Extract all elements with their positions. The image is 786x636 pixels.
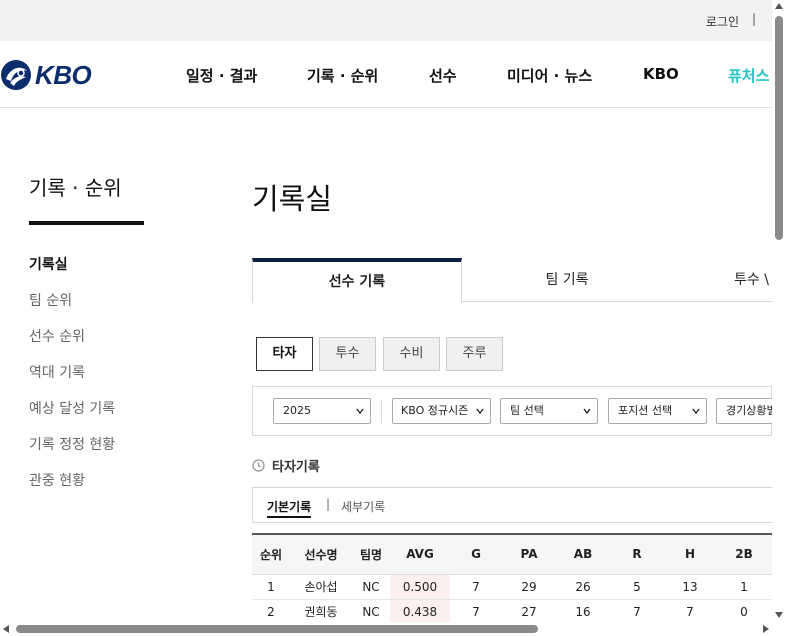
nav-records[interactable]: 기록 · 순위 — [307, 65, 378, 86]
cell-pa: 29 — [502, 574, 556, 600]
cell-pa: 27 — [502, 599, 556, 625]
team-value: 팀 선택 — [510, 404, 544, 417]
col-pa[interactable]: PA — [502, 533, 556, 575]
cell-avg: 0.438 — [390, 599, 450, 625]
chevron-down-icon — [692, 408, 700, 415]
scroll-down-arrow-icon[interactable] — [775, 612, 783, 618]
cell-player[interactable]: 권희동 — [290, 599, 352, 625]
batting-stats-table: 순위 선수명 팀명 AVG G PA AB R H 2B 1 손아섭 NC 0.… — [252, 533, 772, 625]
cell-rank: 2 — [252, 599, 290, 625]
table-row: 2 권희동 NC 0.438 7 27 16 7 7 0 — [252, 599, 772, 625]
col-player: 선수명 — [290, 533, 352, 575]
sidebar-title: 기록 · 순위 — [29, 176, 122, 200]
sidebar-divider — [29, 221, 144, 225]
situation-select[interactable]: 경기상황별 — [716, 398, 776, 424]
team-select[interactable]: 팀 선택 — [500, 398, 598, 424]
tab-team-records[interactable]: 팀 기록 — [462, 258, 672, 302]
cell-h: 7 — [664, 599, 716, 625]
position-select[interactable]: 포지션 선택 — [608, 398, 707, 424]
sidebar-item-attendance[interactable]: 관중 현황 — [29, 472, 115, 508]
nav-media[interactable]: 미디어 · 뉴스 — [507, 65, 592, 86]
col-h[interactable]: H — [664, 533, 716, 575]
cell-rank: 1 — [252, 574, 290, 600]
cell-g: 7 — [450, 574, 502, 600]
chevron-down-icon — [583, 408, 591, 415]
subtab-basic[interactable]: 기본기록 — [267, 498, 312, 518]
utility-separator: | — [751, 12, 756, 26]
vertical-scroll-thumb[interactable] — [775, 16, 783, 240]
col-team: 팀명 — [352, 533, 390, 575]
cell-2b: 0 — [716, 599, 772, 625]
sidebar-item-all-time[interactable]: 역대 기록 — [29, 364, 115, 400]
pill-defense[interactable]: 수비 — [383, 337, 440, 371]
cell-ab: 26 — [556, 574, 610, 600]
sidebar-item-records-room[interactable]: 기록실 — [29, 256, 115, 292]
horizontal-scroll-thumb[interactable] — [16, 625, 538, 633]
col-ab[interactable]: AB — [556, 533, 610, 575]
nav-schedule[interactable]: 일정 · 결과 — [186, 65, 257, 86]
series-value: KBO 정규시즌 — [401, 404, 469, 417]
cell-ab: 16 — [556, 599, 610, 625]
cell-team: NC — [352, 599, 390, 625]
table-header-row: 순위 선수명 팀명 AVG G PA AB R H 2B — [252, 533, 772, 575]
vertical-scrollbar[interactable] — [772, 0, 786, 636]
sidebar-item-corrections[interactable]: 기록 정정 현황 — [29, 436, 115, 472]
tab-pitcher-vs[interactable]: 투수 \ — [672, 258, 786, 302]
cell-2b: 1 — [716, 574, 772, 600]
sidebar-menu: 기록실 팀 순위 선수 순위 역대 기록 예상 달성 기록 기록 정정 현황 관… — [29, 256, 115, 508]
sidebar-item-player-rank[interactable]: 선수 순위 — [29, 328, 115, 364]
record-subtabs: 기본기록 | 세부기록 — [252, 487, 772, 523]
filter-bar: 2025 KBO 정규시즌 팀 선택 포지션 선택 경기상황별 — [252, 386, 776, 436]
chevron-down-icon — [356, 408, 364, 415]
clock-icon — [252, 458, 265, 472]
situation-value: 경기상황별 — [726, 404, 776, 417]
filter-divider — [381, 399, 382, 423]
chevron-down-icon — [476, 408, 484, 415]
col-avg[interactable]: AVG — [390, 533, 450, 575]
season-select[interactable]: 2025 — [273, 398, 371, 424]
pill-batter[interactable]: 타자 — [256, 337, 313, 371]
season-value: 2025 — [283, 404, 311, 417]
cell-h: 13 — [664, 574, 716, 600]
cell-r: 5 — [610, 574, 664, 600]
utility-bar: 로그인 | — [0, 0, 772, 41]
cell-avg: 0.500 — [390, 574, 450, 600]
horizontal-scrollbar[interactable] — [0, 622, 772, 636]
series-select[interactable]: KBO 정규시즌 — [392, 398, 491, 424]
sidebar-item-milestones[interactable]: 예상 달성 기록 — [29, 400, 115, 436]
cell-g: 7 — [450, 599, 502, 625]
position-value: 포지션 선택 — [618, 404, 673, 417]
sidebar-item-team-rank[interactable]: 팀 순위 — [29, 292, 115, 328]
scroll-right-arrow-icon[interactable] — [763, 625, 769, 633]
cell-player[interactable]: 손아섭 — [290, 574, 352, 600]
col-r[interactable]: R — [610, 533, 664, 575]
nav-players[interactable]: 선수 — [429, 65, 457, 86]
subtab-detail[interactable]: 세부기록 — [341, 498, 385, 515]
col-g[interactable]: G — [450, 533, 502, 575]
section-header: 타자기록 — [252, 456, 320, 475]
tab-player-records[interactable]: 선수 기록 — [252, 258, 462, 303]
pill-pitcher[interactable]: 투수 — [319, 337, 376, 371]
page-title: 기록실 — [252, 182, 333, 216]
col-rank: 순위 — [252, 533, 290, 575]
login-link[interactable]: 로그인 — [706, 13, 739, 30]
scroll-up-arrow-icon[interactable] — [775, 3, 783, 9]
col-2b[interactable]: 2B — [716, 533, 772, 575]
cell-team: NC — [352, 574, 390, 600]
pill-baserunning[interactable]: 주루 — [446, 337, 503, 371]
nav-kbo[interactable]: KBO — [643, 65, 679, 83]
record-tabs: 선수 기록 팀 기록 투수 \ — [252, 258, 772, 303]
table-row: 1 손아섭 NC 0.500 7 29 26 5 13 1 — [252, 574, 772, 600]
scroll-left-arrow-icon[interactable] — [3, 625, 9, 633]
scrollbar-corner — [772, 622, 786, 636]
nav-futures[interactable]: 퓨처스 — [728, 65, 769, 86]
main-nav: 일정 · 결과 기록 · 순위 선수 미디어 · 뉴스 KBO 퓨처스 — [0, 65, 772, 85]
section-title: 타자기록 — [272, 459, 320, 475]
cell-r: 7 — [610, 599, 664, 625]
subtab-separator: | — [326, 497, 331, 511]
site-header: KBO 일정 · 결과 기록 · 순위 선수 미디어 · 뉴스 KBO 퓨처스 — [0, 41, 772, 108]
